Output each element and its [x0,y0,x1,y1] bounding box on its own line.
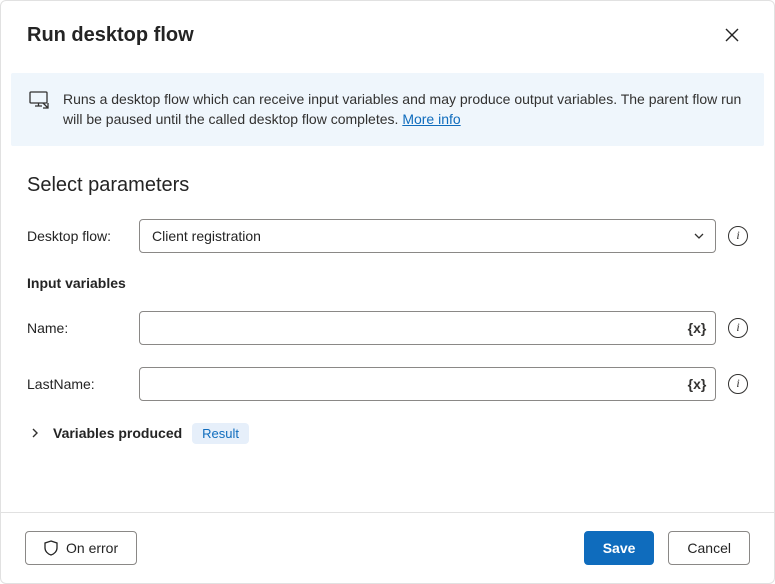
chevron-right-icon [30,428,40,438]
info-banner: Runs a desktop flow which can receive in… [11,73,764,146]
desktop-flow-info-button[interactable]: i [728,226,748,246]
variables-produced-toggle[interactable] [27,425,43,441]
desktop-flow-icon [29,91,49,130]
output-variable-chip[interactable]: Result [192,423,249,444]
lastname-label: LastName: [27,376,127,392]
variables-produced-row: Variables produced Result [27,423,748,444]
on-error-label: On error [66,540,118,556]
close-icon [725,28,739,42]
name-label: Name: [27,320,127,336]
dialog-footer: On error Save Cancel [1,512,774,583]
name-input[interactable] [140,312,715,344]
select-parameters-heading: Select parameters [27,174,748,197]
name-insert-variable-button[interactable]: {x} [685,316,709,340]
desktop-flow-label: Desktop flow: [27,228,127,244]
desktop-flow-select[interactable]: Client registration [140,220,715,252]
shield-icon [44,540,58,556]
info-banner-text: Runs a desktop flow which can receive in… [63,89,746,130]
variables-produced-label: Variables produced [53,425,182,441]
close-button[interactable] [716,19,748,51]
lastname-insert-variable-button[interactable]: {x} [685,372,709,396]
desktop-flow-row: Desktop flow: Client registration i [27,219,748,253]
desktop-flow-select-wrap: Client registration [139,219,716,253]
name-info-button[interactable]: i [728,318,748,338]
lastname-row: LastName: {x} i [27,367,748,401]
cancel-label: Cancel [687,540,731,556]
dialog-header: Run desktop flow [1,1,774,59]
cancel-button[interactable]: Cancel [668,531,750,565]
footer-actions: Save Cancel [584,531,750,565]
variable-icon: {x} [688,320,707,336]
more-info-link[interactable]: More info [402,111,460,127]
input-variables-heading: Input variables [27,275,748,291]
variable-icon: {x} [688,376,707,392]
dialog-content: Select parameters Desktop flow: Client r… [1,146,774,512]
lastname-info-button[interactable]: i [728,374,748,394]
name-input-wrap: {x} [139,311,716,345]
lastname-input-wrap: {x} [139,367,716,401]
on-error-button[interactable]: On error [25,531,137,565]
dialog-title: Run desktop flow [27,24,194,47]
run-desktop-flow-dialog: Run desktop flow Runs a desktop flow whi… [0,0,775,584]
save-button[interactable]: Save [584,531,655,565]
lastname-input[interactable] [140,368,715,400]
save-label: Save [603,540,636,556]
name-row: Name: {x} i [27,311,748,345]
